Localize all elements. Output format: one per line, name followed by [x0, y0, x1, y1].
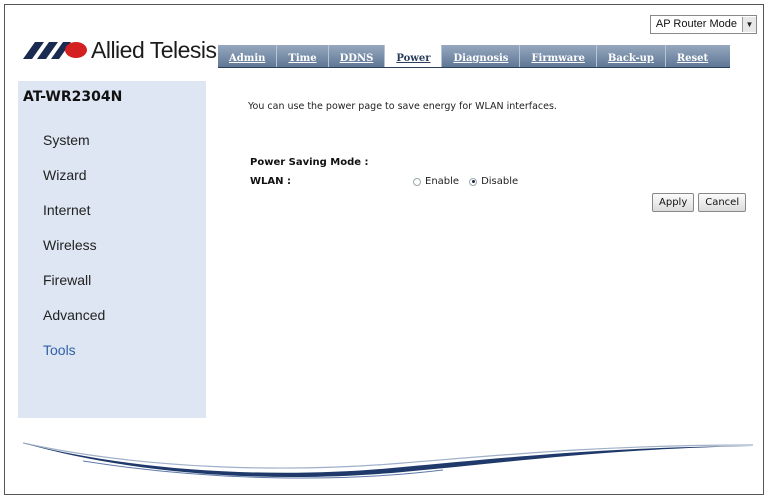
device-model: AT-WR2304N [23, 89, 123, 105]
tab-admin[interactable]: Admin [218, 45, 278, 67]
sidebar-item-tools[interactable]: Tools [43, 340, 105, 375]
enable-label: Enable [425, 176, 460, 187]
tab-ddns[interactable]: DDNS [329, 45, 386, 67]
sidebar-item-advanced[interactable]: Advanced [43, 305, 105, 340]
radio-selected-icon[interactable] [469, 177, 478, 186]
tab-diagnosis[interactable]: Diagnosis [442, 45, 521, 67]
allied-telesis-logo: Allied Telesis [23, 35, 217, 65]
sidebar-nav: System Wizard Internet Wireless Firewall… [43, 130, 105, 375]
disable-radio[interactable]: Disable [469, 176, 518, 187]
section-title: Power Saving Mode : [250, 157, 369, 168]
apply-button[interactable]: Apply [652, 193, 695, 212]
tab-power[interactable]: Power [385, 45, 443, 67]
sidebar: AT-WR2304N System Wizard Internet Wirele… [18, 81, 206, 418]
tab-reset[interactable]: Reset [666, 45, 730, 67]
enable-radio[interactable]: Enable [413, 176, 459, 187]
disable-label: Disable [481, 176, 519, 187]
router-admin-page: AP Router Mode ▼ Allied Telesis Admin Ti… [4, 4, 764, 495]
decorative-swoosh [23, 442, 753, 479]
form-buttons: Apply Cancel [652, 193, 747, 212]
mode-select-value: AP Router Mode [655, 18, 737, 30]
logo-mark-icon [23, 42, 87, 59]
mode-select[interactable]: AP Router Mode ▼ [649, 15, 757, 34]
tab-firmware[interactable]: Firmware [520, 45, 597, 67]
sidebar-item-wireless[interactable]: Wireless [43, 235, 105, 270]
sidebar-item-internet[interactable]: Internet [43, 200, 105, 235]
sidebar-item-wizard[interactable]: Wizard [43, 165, 105, 200]
page-description: You can use the power page to save energ… [248, 101, 557, 112]
tab-bar: Admin Time DDNS Power Diagnosis Firmware… [218, 45, 731, 68]
sidebar-item-system[interactable]: System [43, 130, 105, 165]
wlan-label: WLAN : [250, 176, 291, 187]
tab-time[interactable]: Time [277, 45, 329, 67]
chevron-down-icon[interactable]: ▼ [742, 17, 756, 32]
sidebar-item-firewall[interactable]: Firewall [43, 270, 105, 305]
wlan-power-options: Enable Disable [413, 176, 528, 187]
cancel-button[interactable]: Cancel [698, 193, 747, 212]
tab-back-up[interactable]: Back-up [597, 45, 666, 67]
brand-name: Allied Telesis [91, 36, 217, 63]
radio-circle-icon[interactable] [413, 177, 421, 186]
